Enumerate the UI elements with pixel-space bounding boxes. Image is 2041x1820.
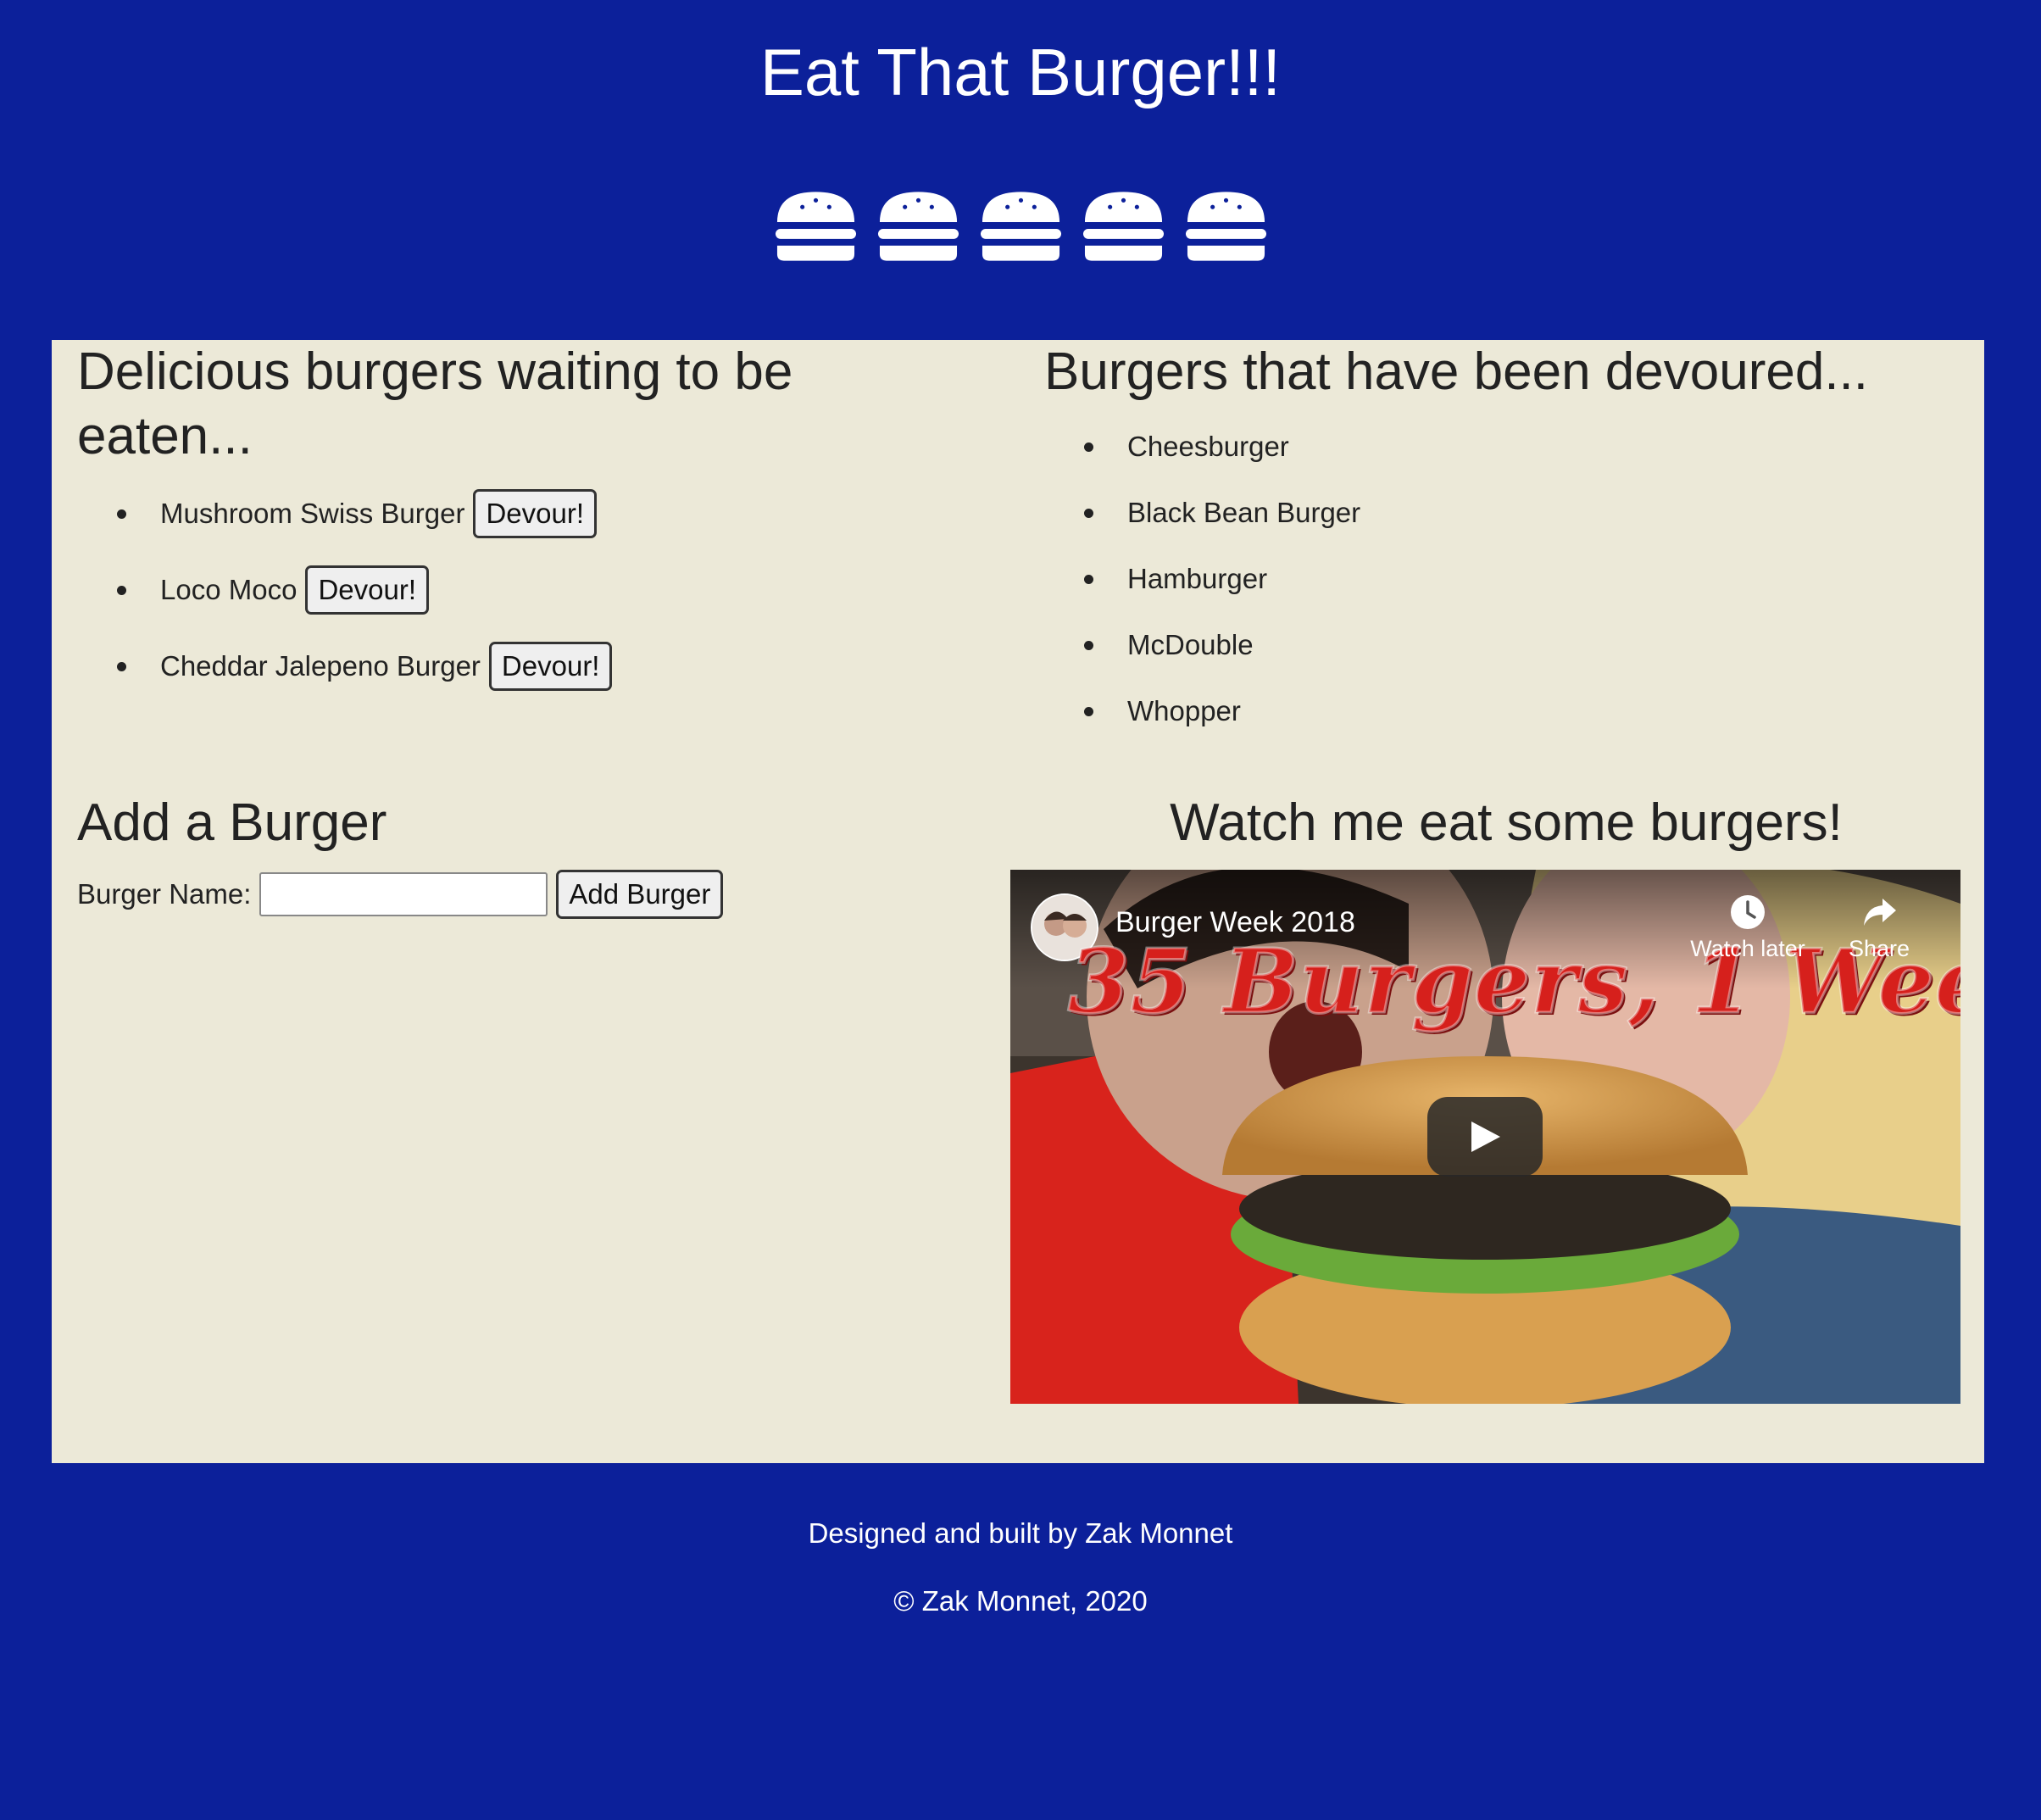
list-item: Cheddar Jalepeno Burger Devour! <box>77 641 613 692</box>
video-heading: Watch me eat some burgers! <box>1170 793 1843 852</box>
burger-icon <box>775 192 856 261</box>
add-burger-button[interactable]: Add Burger <box>556 870 724 919</box>
main-panel: Delicious burgers waiting to be eaten...… <box>52 340 1984 1463</box>
list-item: Cheesburger <box>1044 430 1360 464</box>
play-icon <box>1471 1121 1500 1152</box>
thumbnail-overlay-text: 35 Burgers, 1 Week! <box>1067 928 1961 1035</box>
burger-name-input[interactable] <box>259 872 548 916</box>
devoured-burgers-list: Cheesburger Black Bean Burger Hamburger … <box>1044 430 1360 760</box>
watch-later-label: Watch later <box>1690 936 1805 961</box>
add-burger-form: Burger Name: Add Burger <box>77 870 724 919</box>
footer-copyright: © Zak Monnet, 2020 <box>893 1585 1148 1617</box>
share-icon <box>1864 899 1896 926</box>
burger-name: Cheddar Jalepeno Burger <box>160 650 481 682</box>
list-item: McDouble <box>1044 628 1360 662</box>
list-item: Loco Moco Devour! <box>77 565 612 615</box>
play-button[interactable] <box>1427 1097 1543 1177</box>
video-player[interactable]: Burger Week 2018 35 Burgers, 1 Week! Wat… <box>1010 870 1960 1404</box>
list-item: Black Bean Burger <box>1044 496 1360 530</box>
footer-credit: Designed and built by Zak Monnet <box>808 1517 1233 1549</box>
burger-name: Loco Moco <box>160 574 298 605</box>
devour-button[interactable]: Devour! <box>473 489 598 538</box>
list-item: Whopper <box>1044 694 1360 728</box>
watch-later-button[interactable]: Watch later <box>1684 893 1811 962</box>
devour-button[interactable]: Devour! <box>488 642 613 691</box>
clock-icon <box>1731 895 1765 929</box>
burger-name-label: Burger Name: <box>77 878 252 910</box>
add-burger-heading: Add a Burger <box>77 793 387 852</box>
burger-icon-row <box>0 188 2041 264</box>
page-header: Eat That Burger!!! <box>0 0 2041 339</box>
burger-icon <box>1082 192 1164 261</box>
devoured-burgers-heading: Burgers that have been devoured... <box>1044 342 1868 401</box>
waiting-burgers-list: Mushroom Swiss Burger Devour! Loco Moco … <box>77 488 613 717</box>
page-title: Eat That Burger!!! <box>759 35 1282 109</box>
burger-name: Mushroom Swiss Burger <box>160 498 465 529</box>
list-item: Hamburger <box>1044 562 1360 596</box>
share-label: Share <box>1848 936 1910 961</box>
burger-icon <box>980 192 1061 261</box>
burger-icon <box>877 192 959 261</box>
list-item: Mushroom Swiss Burger Devour! <box>77 488 612 539</box>
devour-button[interactable]: Devour! <box>305 565 429 615</box>
burger-icon <box>1185 192 1266 261</box>
share-button[interactable]: Share <box>1824 893 1934 962</box>
waiting-burgers-heading: Delicious burgers waiting to be eaten... <box>77 342 793 465</box>
